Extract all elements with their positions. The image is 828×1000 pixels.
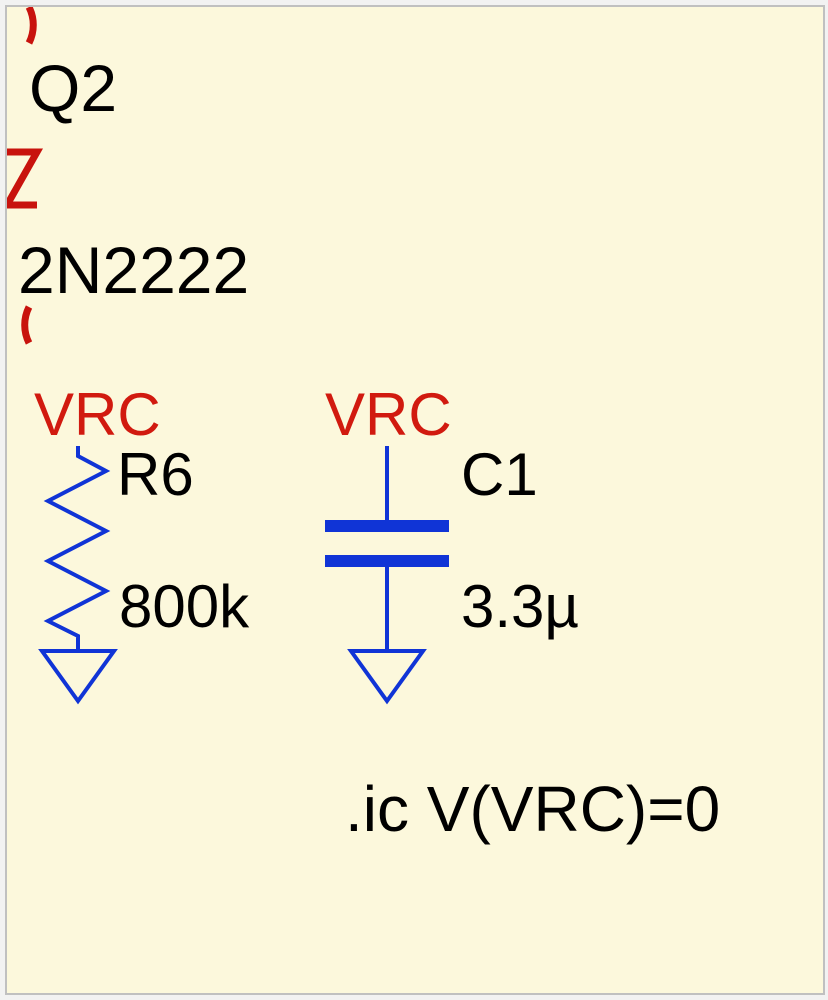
resistor-value[interactable]: 800k (119, 577, 249, 637)
transistor-model[interactable]: 2N2222 (18, 237, 249, 303)
transistor-ref[interactable]: Q2 (29, 55, 117, 121)
capacitor-value[interactable]: 3.3µ (461, 577, 579, 637)
resistor-net-label[interactable]: VRC (34, 385, 161, 445)
capacitor-ref[interactable]: C1 (461, 445, 538, 505)
resistor-ref[interactable]: R6 (117, 445, 194, 505)
spice-directive[interactable]: .ic V(VRC)=0 (345, 777, 720, 841)
capacitor-net-label[interactable]: VRC (325, 385, 452, 445)
capacitor-symbol[interactable] (307, 446, 467, 706)
schematic-canvas: Q2 2N2222 VRC R6 800k VRC C1 3.3µ .ic V(… (5, 5, 825, 995)
